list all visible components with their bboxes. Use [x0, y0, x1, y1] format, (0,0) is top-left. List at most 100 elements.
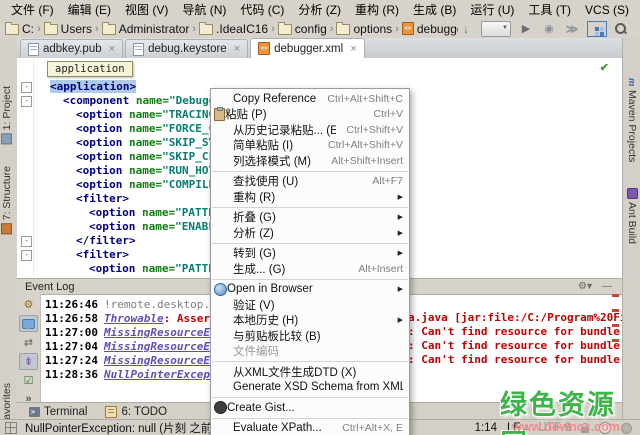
- mark-read-icon[interactable]: ☑: [20, 373, 37, 388]
- maven-icon: [626, 78, 638, 87]
- fold-marker[interactable]: -: [21, 96, 32, 107]
- fold-marker[interactable]: -: [21, 236, 32, 247]
- context-menu-item-xml-dtd-x[interactable]: 从XML文件生成DTD (X): [211, 364, 409, 380]
- run-icon[interactable]: [518, 21, 534, 37]
- context-menu-item-p[interactable]: 粘贴 (P)Ctrl+V: [211, 107, 409, 123]
- menubar-item[interactable]: 生成 (B): [406, 0, 463, 19]
- search-icon[interactable]: [614, 22, 630, 35]
- browser-icon: [214, 283, 227, 296]
- menubar-item[interactable]: 工具 (T): [521, 0, 578, 19]
- error-stripe-mark[interactable]: [612, 324, 619, 327]
- code-line: <filter>: [76, 248, 129, 262]
- context-menu-item-h[interactable]: 本地历史 (H)▶: [211, 313, 409, 329]
- context-menu-item-e[interactable]: 从历史记录粘贴... (E)Ctrl+Shift+V: [211, 122, 409, 138]
- run-config-dropdown-icon[interactable]: [481, 21, 511, 37]
- context-menu: Copy ReferenceCtrl+Alt+Shift+C粘贴 (P)Ctrl…: [210, 88, 410, 435]
- menubar-item[interactable]: 视图 (V): [118, 0, 175, 19]
- caret-position[interactable]: 1:14: [475, 422, 497, 434]
- close-icon[interactable]: ×: [350, 43, 356, 55]
- tab-debugger-xml[interactable]: debugger.xml×: [250, 38, 364, 58]
- fold-marker[interactable]: -: [21, 82, 32, 93]
- tool-window-button-maven-projects[interactable]: Maven Projects: [626, 78, 638, 162]
- menubar-item[interactable]: VCS (S): [578, 2, 636, 18]
- folder-icon: [278, 24, 292, 35]
- code-line: <application>: [50, 80, 136, 94]
- menubar-item[interactable]: 文件 (F): [4, 0, 61, 19]
- context-menu-item-g[interactable]: 折叠 (G)▶: [211, 210, 409, 226]
- context-menu-item-generate-xsd-schema-from-xml-file[interactable]: Generate XSD Schema from XML File...: [211, 380, 409, 396]
- terminal-label: Terminal: [44, 406, 87, 418]
- notifications-icon[interactable]: [19, 315, 38, 332]
- submenu-arrow-icon: ▶: [398, 213, 403, 221]
- close-icon[interactable]: ×: [234, 43, 240, 55]
- tool-window-button-todo[interactable]: 6: TODO: [105, 406, 167, 418]
- sort-descending-icon[interactable]: [458, 21, 474, 37]
- menubar: 文件 (F)编辑 (E)视图 (V)导航 (N)代码 (C)分析 (Z)重构 (…: [0, 0, 640, 20]
- project-icon: [2, 133, 13, 144]
- text-file-icon: [28, 43, 39, 56]
- tool-window-button-terminal[interactable]: Terminal: [29, 406, 87, 418]
- inspection-status-icon[interactable]: ✔: [600, 61, 609, 74]
- menubar-item[interactable]: 导航 (N): [175, 0, 233, 19]
- toolbar-actions: [458, 21, 640, 37]
- context-menu-item-copy-reference[interactable]: Copy ReferenceCtrl+Alt+Shift+C: [211, 91, 409, 107]
- submenu-arrow-icon: ▶: [398, 229, 403, 237]
- menubar-item[interactable]: 窗口 (W): [636, 0, 640, 19]
- breadcrumb-item[interactable]: Administrator: [102, 22, 190, 36]
- context-menu-item-i[interactable]: 简单粘贴 (I)Ctrl+Alt+Shift+V: [211, 138, 409, 154]
- breadcrumb-item[interactable]: options: [336, 22, 392, 36]
- context-menu-item-b[interactable]: 与剪贴板比较 (B): [211, 328, 409, 344]
- folder-icon: [336, 24, 350, 35]
- breadcrumb-item[interactable]: Users: [44, 22, 92, 36]
- xml-tag-tooltip: application: [47, 61, 133, 77]
- menubar-item[interactable]: 运行 (U): [463, 0, 521, 19]
- error-stripe-mark[interactable]: [612, 309, 619, 312]
- submenu-arrow-icon: ▶: [398, 249, 403, 257]
- exception-link[interactable]: Throwable: [104, 312, 164, 325]
- menubar-item[interactable]: 分析 (Z): [291, 0, 348, 19]
- tool-window-switcher-icon[interactable]: [5, 422, 17, 434]
- context-menu-item-v[interactable]: 验证 (V): [211, 297, 409, 313]
- close-icon[interactable]: ×: [109, 43, 115, 55]
- structure-icon: [2, 223, 13, 234]
- context-menu-item-evaluate-xpath[interactable]: Evaluate XPath...Ctrl+Alt+X, E: [211, 421, 409, 435]
- context-menu-item-g[interactable]: 生成... (G)Alt+Insert: [211, 261, 409, 277]
- tool-window-button-ant-build[interactable]: Ant Build: [626, 188, 638, 244]
- tab-adbkey-pub[interactable]: adbkey.pub×: [20, 39, 123, 58]
- fold-marker[interactable]: -: [21, 250, 32, 261]
- breadcrumb-item[interactable]: C:: [5, 22, 34, 36]
- tool-window-button-1-project[interactable]: 1: Project: [1, 86, 13, 144]
- breadcrumb-item[interactable]: config: [278, 22, 327, 36]
- menubar-item[interactable]: 代码 (C): [233, 0, 291, 19]
- context-menu-item-g[interactable]: 转到 (G)▶: [211, 246, 409, 262]
- menubar-item[interactable]: 重构 (R): [348, 0, 406, 19]
- code-line: </filter>: [76, 234, 136, 248]
- editor-tabs: adbkey.pub×debug.keystore×debugger.xml×: [17, 38, 622, 59]
- menu-separator: [212, 171, 408, 172]
- settings-icon[interactable]: ⚙: [20, 297, 37, 312]
- context-menu-item-z[interactable]: 分析 (Z)▶: [211, 225, 409, 241]
- soft-wrap-icon[interactable]: ⇄: [20, 335, 37, 350]
- menubar-item[interactable]: 编辑 (E): [61, 0, 118, 19]
- minimize-icon[interactable]: —: [602, 281, 612, 292]
- gear-icon[interactable]: ⚙▾: [578, 281, 592, 292]
- breadcrumb: C:›Users›Administrator›.IdeaIC16›config›…: [0, 22, 458, 36]
- context-menu-item-u[interactable]: 查找使用 (U)Alt+F7: [211, 174, 409, 190]
- error-stripe-mark[interactable]: [612, 339, 619, 342]
- context-menu-item-item: 文件编码: [211, 344, 409, 360]
- scroll-to-end-icon[interactable]: ⇟: [19, 353, 38, 370]
- context-menu-item-open-in-browser[interactable]: Open in Browser▶: [211, 282, 409, 298]
- tab-debug-keystore[interactable]: debug.keystore×: [125, 39, 248, 58]
- breadcrumb-item[interactable]: .IdeaIC16: [199, 22, 268, 36]
- submenu-arrow-icon: ▶: [398, 285, 403, 293]
- folder-icon: [199, 24, 213, 35]
- tool-window-button-7-structure[interactable]: 7: Structure: [1, 166, 13, 234]
- context-menu-item-create-gist[interactable]: Create Gist...: [211, 400, 409, 416]
- context-menu-item-r[interactable]: 重构 (R)▶: [211, 189, 409, 205]
- run-with-coverage-icon[interactable]: [564, 21, 580, 37]
- debug-icon[interactable]: [541, 21, 557, 37]
- breadcrumb-item[interactable]: debugger.xml: [402, 22, 458, 36]
- window-layout-icon[interactable]: [587, 21, 607, 37]
- error-stripe-mark[interactable]: [612, 294, 619, 297]
- context-menu-item-m[interactable]: 列选择模式 (M)Alt+Shift+Insert: [211, 153, 409, 169]
